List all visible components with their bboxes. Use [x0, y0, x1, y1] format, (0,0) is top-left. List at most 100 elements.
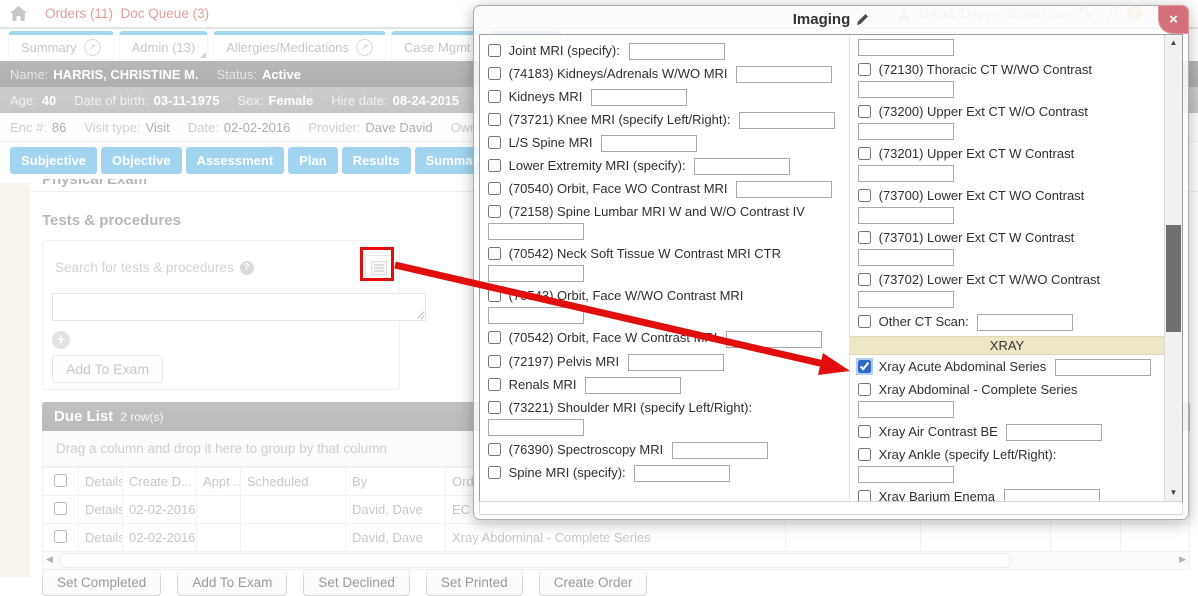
- modal-scrollbar[interactable]: ▲ ▼: [1164, 35, 1182, 501]
- imaging-item-specify-input[interactable]: [977, 314, 1073, 331]
- imaging-item-checkbox[interactable]: [858, 448, 871, 461]
- imaging-item-checkbox[interactable]: [488, 136, 501, 149]
- imaging-item-specify-input[interactable]: [585, 377, 681, 394]
- topbar-link[interactable]: Orders (11): [45, 6, 113, 21]
- help-circle-icon[interactable]: ?: [240, 261, 254, 275]
- imaging-item-checkbox[interactable]: [858, 63, 871, 76]
- imaging-item-checkbox[interactable]: [858, 425, 871, 438]
- row-details-link[interactable]: Details: [79, 524, 123, 552]
- row-checkbox[interactable]: [54, 502, 67, 515]
- open-order-list-button[interactable]: [365, 255, 392, 280]
- imaging-item-checkbox[interactable]: [488, 159, 501, 172]
- add-to-exam-button[interactable]: Add To Exam: [52, 355, 163, 383]
- imaging-item-specify-input[interactable]: [739, 112, 835, 129]
- row-checkbox[interactable]: [54, 530, 67, 543]
- imaging-item-checkbox[interactable]: [858, 189, 871, 202]
- scroll-left-icon[interactable]: ◀: [46, 554, 53, 565]
- imaging-item-specify-input[interactable]: [601, 135, 697, 152]
- imaging-item-specify-input[interactable]: [488, 265, 584, 282]
- imaging-item-checkbox[interactable]: [488, 90, 501, 103]
- visit-note-tab[interactable]: Subjective: [10, 147, 97, 174]
- imaging-item-checkbox[interactable]: [858, 273, 871, 286]
- close-icon[interactable]: ×: [1158, 5, 1189, 34]
- imaging-item-specify-input[interactable]: [858, 401, 954, 418]
- column-header[interactable]: By: [346, 468, 446, 496]
- chart-tab[interactable]: Allergies/Medications ↗: [213, 31, 386, 60]
- tests-search-input[interactable]: [52, 293, 426, 321]
- imaging-item-checkbox[interactable]: [858, 383, 871, 396]
- column-header[interactable]: Scheduled: [241, 468, 346, 496]
- imaging-item-specify-input[interactable]: [726, 331, 822, 348]
- modal-scrollbar-thumb[interactable]: [1166, 225, 1181, 332]
- imaging-item-specify-input[interactable]: [858, 207, 954, 224]
- column-header[interactable]: Appt ...: [197, 468, 241, 496]
- scrollbar-thumb[interactable]: [59, 553, 1011, 568]
- due-list-action-button[interactable]: Set Completed: [42, 569, 161, 596]
- imaging-item-specify-input[interactable]: [858, 81, 954, 98]
- visit-note-tab[interactable]: Assessment: [186, 147, 285, 174]
- imaging-item-checkbox[interactable]: [488, 67, 501, 80]
- imaging-item-specify-input[interactable]: [1055, 359, 1151, 376]
- imaging-item-specify-input[interactable]: [858, 249, 954, 266]
- imaging-item-checkbox[interactable]: [858, 105, 871, 118]
- imaging-item-checkbox[interactable]: [488, 44, 501, 57]
- imaging-item-checkbox[interactable]: [488, 182, 501, 195]
- imaging-item-checkbox[interactable]: [488, 401, 501, 414]
- imaging-item-checkbox[interactable]: [488, 378, 501, 391]
- imaging-item-specify-input[interactable]: [1006, 424, 1102, 441]
- imaging-item-checkbox[interactable]: [858, 360, 871, 373]
- chart-tab[interactable]: Summary ↗: [8, 31, 114, 60]
- add-row-plus-icon[interactable]: +: [52, 331, 70, 349]
- imaging-item-specify-input[interactable]: [736, 66, 832, 83]
- chart-tab[interactable]: Case Mgmt ↗: [391, 31, 483, 60]
- due-list-action-button[interactable]: Set Printed: [426, 569, 523, 596]
- imaging-item-specify-input[interactable]: [628, 354, 724, 371]
- imaging-item-specify-input[interactable]: [629, 43, 725, 60]
- topbar-link[interactable]: Doc Queue (3): [121, 6, 210, 21]
- table-horizontal-scrollbar[interactable]: ◀ ▶: [42, 552, 1190, 570]
- imaging-item-checkbox[interactable]: [488, 355, 501, 368]
- imaging-item-checkbox[interactable]: [488, 331, 501, 344]
- imaging-item-checkbox[interactable]: [488, 443, 501, 456]
- visit-note-tab[interactable]: Results: [342, 147, 411, 174]
- imaging-item-specify-input[interactable]: [634, 465, 730, 482]
- imaging-item-specify-input[interactable]: [858, 291, 954, 308]
- select-all-checkbox[interactable]: [54, 474, 67, 487]
- due-list-action-button[interactable]: Create Order: [539, 569, 648, 596]
- imaging-item-checkbox[interactable]: [488, 466, 501, 479]
- imaging-item-checkbox[interactable]: [488, 247, 501, 260]
- imaging-item-checkbox[interactable]: [488, 289, 501, 302]
- imaging-item-checkbox[interactable]: [858, 315, 871, 328]
- imaging-item-specify-input[interactable]: [488, 223, 584, 240]
- imaging-item-specify-input[interactable]: [736, 181, 832, 198]
- imaging-item-checkbox[interactable]: [858, 147, 871, 160]
- due-list-action-button[interactable]: Add To Exam: [177, 569, 287, 596]
- imaging-item-checkbox[interactable]: [488, 205, 501, 218]
- cutoff-specify-input[interactable]: [858, 39, 954, 56]
- imaging-item-specify-input[interactable]: [591, 89, 687, 106]
- imaging-item-specify-input[interactable]: [488, 307, 584, 324]
- popout-icon[interactable]: ↗: [356, 39, 373, 56]
- scroll-down-icon[interactable]: ▼: [1165, 485, 1182, 501]
- edit-pencil-icon[interactable]: [856, 13, 869, 26]
- scroll-up-icon[interactable]: ▲: [1165, 35, 1182, 51]
- imaging-item-specify-input[interactable]: [1004, 489, 1100, 501]
- column-header[interactable]: Details: [79, 468, 123, 496]
- imaging-item-specify-input[interactable]: [672, 442, 768, 459]
- due-list-action-button[interactable]: Set Declined: [303, 569, 410, 596]
- visit-note-tab[interactable]: Objective: [101, 147, 182, 174]
- imaging-item-checkbox[interactable]: [858, 231, 871, 244]
- imaging-item-specify-input[interactable]: [858, 123, 954, 140]
- scroll-right-icon[interactable]: ▶: [1179, 554, 1186, 565]
- visit-note-tab[interactable]: Plan: [288, 147, 337, 174]
- row-details-link[interactable]: Details: [79, 496, 123, 524]
- chart-tab[interactable]: Admin (13) ↗: [119, 31, 209, 60]
- imaging-item-specify-input[interactable]: [858, 165, 954, 182]
- imaging-item-specify-input[interactable]: [694, 158, 790, 175]
- column-header[interactable]: Create D...: [123, 468, 197, 496]
- popout-icon[interactable]: ↗: [84, 39, 101, 56]
- imaging-item-checkbox[interactable]: [488, 113, 501, 126]
- imaging-item-checkbox[interactable]: [858, 490, 871, 501]
- imaging-item-specify-input[interactable]: [488, 419, 584, 436]
- imaging-item-specify-input[interactable]: [858, 466, 954, 483]
